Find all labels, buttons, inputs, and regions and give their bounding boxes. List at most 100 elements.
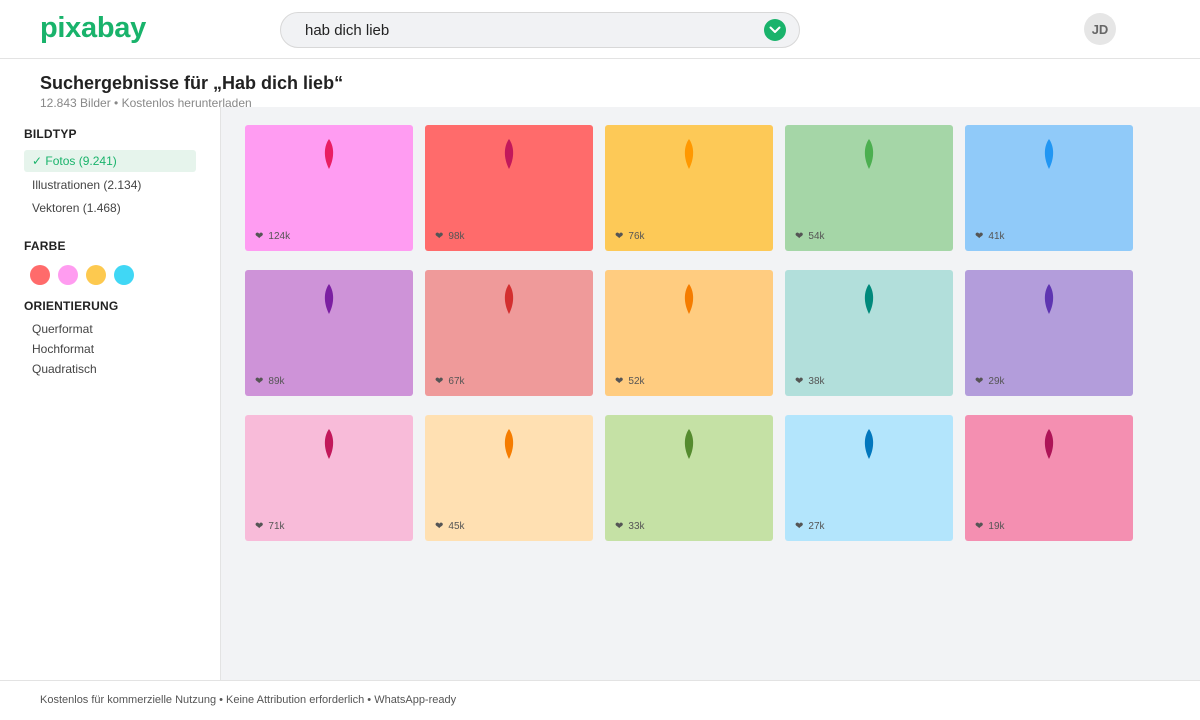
leaf-icon: [864, 139, 874, 169]
filter-querformat[interactable]: Querformat: [32, 322, 93, 336]
image-card[interactable]: ❤ 33k: [605, 415, 773, 541]
like-count: ❤ 124k: [255, 231, 290, 242]
image-card[interactable]: ❤ 41k: [965, 125, 1133, 251]
page-title: Suchergebnisse für „Hab dich lieb“: [40, 73, 344, 93]
like-count: ❤ 33k: [615, 521, 645, 532]
heart-icon: ❤: [795, 521, 804, 532]
like-count: ❤ 98k: [435, 231, 465, 242]
like-count: ❤ 54k: [795, 231, 825, 242]
chevron-down-icon: [769, 26, 781, 33]
like-count-value: 19k: [988, 521, 1005, 532]
image-card[interactable]: ❤ 29k: [965, 270, 1133, 396]
heart-icon: ❤: [435, 231, 444, 242]
filter-quadratisch[interactable]: Quadratisch: [32, 362, 97, 376]
like-count-value: 33k: [628, 521, 645, 532]
filter-section-orientierung: ORIENTIERUNG: [24, 299, 119, 313]
leaf-icon: [324, 139, 334, 169]
like-count: ❤ 38k: [795, 376, 825, 387]
heart-icon: ❤: [615, 521, 624, 532]
color-swatch-cyan[interactable]: [114, 265, 134, 285]
image-card[interactable]: ❤ 76k: [605, 125, 773, 251]
filter-hochformat[interactable]: Hochformat: [32, 342, 94, 356]
like-count: ❤ 67k: [435, 376, 465, 387]
image-card[interactable]: ❤ 52k: [605, 270, 773, 396]
like-count-value: 76k: [628, 231, 645, 242]
heart-icon: ❤: [255, 231, 264, 242]
filter-vektoren[interactable]: Vektoren (1.468): [32, 201, 121, 215]
like-count-value: 38k: [808, 376, 825, 387]
image-card[interactable]: ❤ 27k: [785, 415, 953, 541]
leaf-icon: [684, 139, 694, 169]
like-count: ❤ 27k: [795, 521, 825, 532]
image-card[interactable]: ❤ 124k: [245, 125, 413, 251]
like-count-value: 29k: [988, 376, 1005, 387]
like-count: ❤ 19k: [975, 521, 1005, 532]
heart-icon: ❤: [255, 376, 264, 387]
filter-sidebar: BILDTYP ✓ Fotos (9.241) Illustrationen (…: [0, 107, 221, 680]
heart-icon: ❤: [975, 231, 984, 242]
color-swatch-red[interactable]: [30, 265, 50, 285]
heart-icon: ❤: [795, 231, 804, 242]
heart-icon: ❤: [975, 376, 984, 387]
heart-icon: ❤: [975, 521, 984, 532]
search-bar[interactable]: hab dich lieb: [280, 12, 800, 48]
image-card[interactable]: ❤ 89k: [245, 270, 413, 396]
heart-icon: ❤: [435, 376, 444, 387]
leaf-icon: [504, 284, 514, 314]
search-options-toggle[interactable]: [764, 19, 786, 41]
footer-text: Kostenlos für kommerzielle Nutzung • Kei…: [40, 694, 457, 706]
leaf-icon: [324, 284, 334, 314]
footer: Kostenlos für kommerzielle Nutzung • Kei…: [0, 680, 1200, 720]
filter-section-farbe: FARBE: [24, 239, 66, 253]
like-count-value: 71k: [268, 521, 285, 532]
like-count-value: 67k: [448, 376, 465, 387]
search-input[interactable]: hab dich lieb: [305, 22, 389, 39]
heart-icon: ❤: [615, 376, 624, 387]
top-bar: pixabay hab dich lieb JD: [0, 0, 1200, 59]
leaf-icon: [864, 429, 874, 459]
image-card[interactable]: ❤ 45k: [425, 415, 593, 541]
color-swatch-yellow[interactable]: [86, 265, 106, 285]
leaf-icon: [1044, 429, 1054, 459]
like-count-value: 45k: [448, 521, 465, 532]
leaf-icon: [684, 284, 694, 314]
like-count: ❤ 41k: [975, 231, 1005, 242]
leaf-icon: [504, 139, 514, 169]
like-count: ❤ 76k: [615, 231, 645, 242]
user-avatar[interactable]: JD: [1084, 13, 1116, 45]
image-card[interactable]: ❤ 71k: [245, 415, 413, 541]
like-count-value: 124k: [268, 231, 291, 242]
heart-icon: ❤: [435, 521, 444, 532]
leaf-icon: [324, 429, 334, 459]
image-card[interactable]: ❤ 38k: [785, 270, 953, 396]
like-count-value: 54k: [808, 231, 825, 242]
like-count-value: 52k: [628, 376, 645, 387]
like-count: ❤ 71k: [255, 521, 285, 532]
image-card[interactable]: ❤ 19k: [965, 415, 1133, 541]
like-count: ❤ 45k: [435, 521, 465, 532]
leaf-icon: [684, 429, 694, 459]
image-card[interactable]: ❤ 67k: [425, 270, 593, 396]
leaf-icon: [1044, 139, 1054, 169]
filter-illustrationen[interactable]: Illustrationen (2.134): [32, 178, 141, 192]
like-count-value: 41k: [988, 231, 1005, 242]
leaf-icon: [1044, 284, 1054, 314]
image-card[interactable]: ❤ 98k: [425, 125, 593, 251]
color-swatch-pink[interactable]: [58, 265, 78, 285]
pixabay-logo[interactable]: pixabay: [40, 12, 146, 45]
heart-icon: ❤: [255, 521, 264, 532]
like-count: ❤ 52k: [615, 376, 645, 387]
image-card[interactable]: ❤ 54k: [785, 125, 953, 251]
filter-section-bildtyp: BILDTYP: [24, 127, 77, 141]
leaf-icon: [864, 284, 874, 314]
like-count: ❤ 89k: [255, 376, 285, 387]
leaf-icon: [504, 429, 514, 459]
heart-icon: ❤: [795, 376, 804, 387]
like-count-value: 27k: [808, 521, 825, 532]
like-count-value: 98k: [448, 231, 465, 242]
filter-fotos[interactable]: ✓ Fotos (9.241): [24, 150, 196, 172]
like-count-value: 89k: [268, 376, 285, 387]
heart-icon: ❤: [615, 231, 624, 242]
like-count: ❤ 29k: [975, 376, 1005, 387]
image-grid: ❤ 124k ❤ 98k ❤ 76k ❤ 54k ❤ 41k ❤ 89k ❤ 67k ❤ 52k ❤ 38k ❤ 29…: [221, 107, 1200, 680]
